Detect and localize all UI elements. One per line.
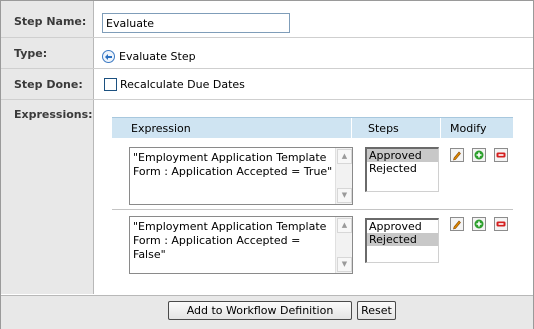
row-divider <box>1 68 533 69</box>
scroll-up-icon[interactable]: ▲ <box>337 149 352 164</box>
add-icon[interactable] <box>472 217 486 231</box>
scroll-down-icon[interactable]: ▼ <box>337 257 352 272</box>
type-label: Type: <box>14 47 48 60</box>
header-expression: Expression <box>131 122 191 135</box>
add-icon[interactable] <box>472 148 486 162</box>
edit-icon[interactable] <box>450 148 464 162</box>
type-value: Evaluate Step <box>102 47 196 65</box>
row-divider <box>1 37 533 38</box>
expressions-label: Expressions: <box>14 108 93 121</box>
recalculate-option: Recalculate Due Dates <box>104 78 245 91</box>
header-steps: Steps <box>368 122 399 135</box>
step-editor-panel: Step Name: Type: Step Done: Expressions:… <box>0 0 534 329</box>
add-to-workflow-button[interactable]: Add to Workflow Definition <box>168 301 352 320</box>
step-option-approved[interactable]: Approved <box>367 149 438 162</box>
expression-textarea[interactable]: "Employment Application Template Form : … <box>129 216 353 274</box>
table-row: "Employment Application Template Form : … <box>112 216 513 276</box>
step-name-label: Step Name: <box>14 15 87 28</box>
label-column <box>1 1 94 294</box>
recalculate-due-dates-checkbox[interactable] <box>104 78 117 91</box>
header-modify: Modify <box>450 122 487 135</box>
expression-textarea[interactable]: "Employment Application Template Form : … <box>129 147 353 205</box>
scrollbar[interactable]: ▲ ▼ <box>335 148 352 204</box>
table-header: Expression Steps Modify <box>112 117 513 138</box>
header-separator <box>351 118 352 138</box>
evaluate-step-icon <box>102 49 115 63</box>
step-option-rejected[interactable]: Rejected <box>367 162 438 175</box>
row-divider <box>112 209 513 210</box>
step-option-approved[interactable]: Approved <box>367 220 438 233</box>
step-done-label: Step Done: <box>14 78 83 91</box>
scrollbar[interactable]: ▲ ▼ <box>335 217 352 273</box>
step-name-input[interactable] <box>102 13 290 33</box>
scroll-down-icon[interactable]: ▼ <box>337 188 352 203</box>
header-separator <box>440 118 441 138</box>
row-divider <box>1 99 533 100</box>
step-option-rejected[interactable]: Rejected <box>367 233 438 246</box>
scroll-up-icon[interactable]: ▲ <box>337 218 352 233</box>
edit-icon[interactable] <box>450 217 464 231</box>
expressions-table: Expression Steps Modify "Employment Appl… <box>112 117 513 289</box>
steps-listbox[interactable]: Approved Rejected <box>365 218 439 263</box>
steps-listbox[interactable]: Approved Rejected <box>365 147 439 192</box>
table-row: "Employment Application Template Form : … <box>112 147 513 207</box>
delete-icon[interactable] <box>494 148 508 162</box>
action-bar: Add to Workflow Definition Reset <box>1 295 533 329</box>
type-text: Evaluate Step <box>119 49 196 63</box>
expression-text: "Employment Application Template Form : … <box>133 151 333 178</box>
recalculate-due-dates-label: Recalculate Due Dates <box>120 78 245 91</box>
delete-icon[interactable] <box>494 217 508 231</box>
reset-button[interactable]: Reset <box>357 301 396 320</box>
expression-text: "Employment Application Template Form : … <box>133 220 327 261</box>
